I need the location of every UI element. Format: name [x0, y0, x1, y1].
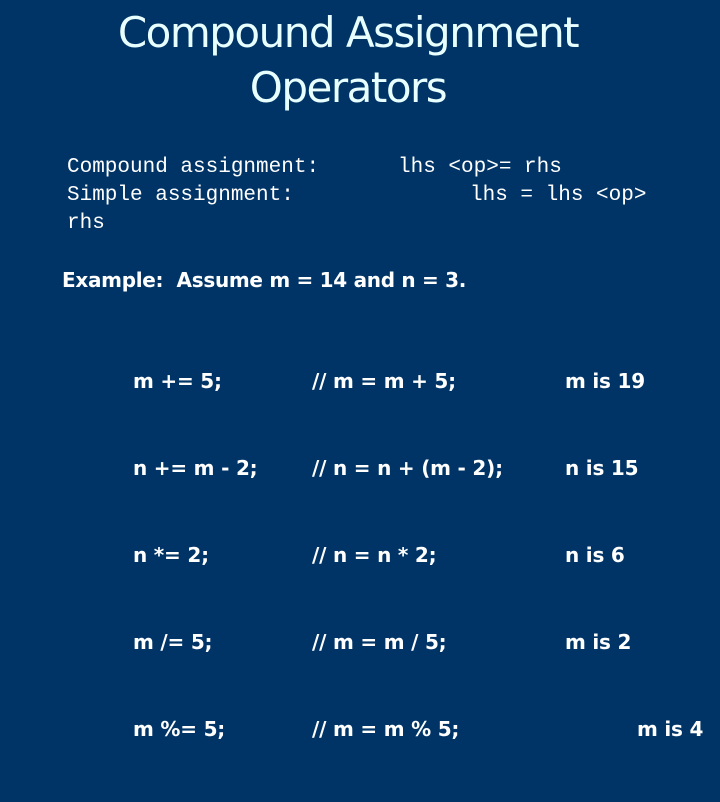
compound-assignment-label: Compound assignment: — [67, 156, 320, 179]
slide-title-line-2: Operators — [249, 63, 448, 112]
example-result: m is 19 — [565, 369, 645, 393]
example-intro: Example: Assume m = 14 and n = 3. — [62, 268, 467, 292]
comment-column: // m = m + 5; // n = n + (m - 2); // n =… — [312, 309, 503, 802]
example-comment: // n = n + (m - 2); — [312, 456, 503, 480]
example-comment: // n = n * 2; — [312, 543, 437, 567]
example-result: n is 15 — [565, 456, 639, 480]
result-column: m is 19 n is 15 n is 6 m is 2 m is 4 — [565, 309, 703, 802]
example-statement: n += m - 2; — [133, 456, 258, 480]
example-result: m is 4 — [637, 717, 704, 741]
statement-column: m += 5; n += m - 2; n *= 2; m /= 5; m %=… — [133, 309, 258, 802]
example-result: n is 6 — [565, 543, 625, 567]
simple-assignment-continuation: rhs — [67, 212, 105, 235]
simple-assignment-label: Simple assignment: — [67, 184, 294, 207]
simple-assignment-form: lhs = lhs <op> — [470, 184, 647, 207]
example-comment: // m = m / 5; — [312, 630, 447, 654]
example-result: m is 2 — [565, 630, 632, 654]
example-comment: // m = m + 5; — [312, 369, 456, 393]
compound-assignment-form: lhs <op>= rhs — [398, 156, 562, 179]
example-comment: // m = m % 5; — [312, 717, 460, 741]
example-statement: n *= 2; — [133, 543, 209, 567]
slide-title-line-1: Compound Assignment — [117, 8, 580, 57]
example-statement: m += 5; — [133, 369, 222, 393]
example-statement: m %= 5; — [133, 717, 226, 741]
slide: Compound Assignment Operators Compound a… — [0, 0, 720, 741]
example-statement: m /= 5; — [133, 630, 213, 654]
